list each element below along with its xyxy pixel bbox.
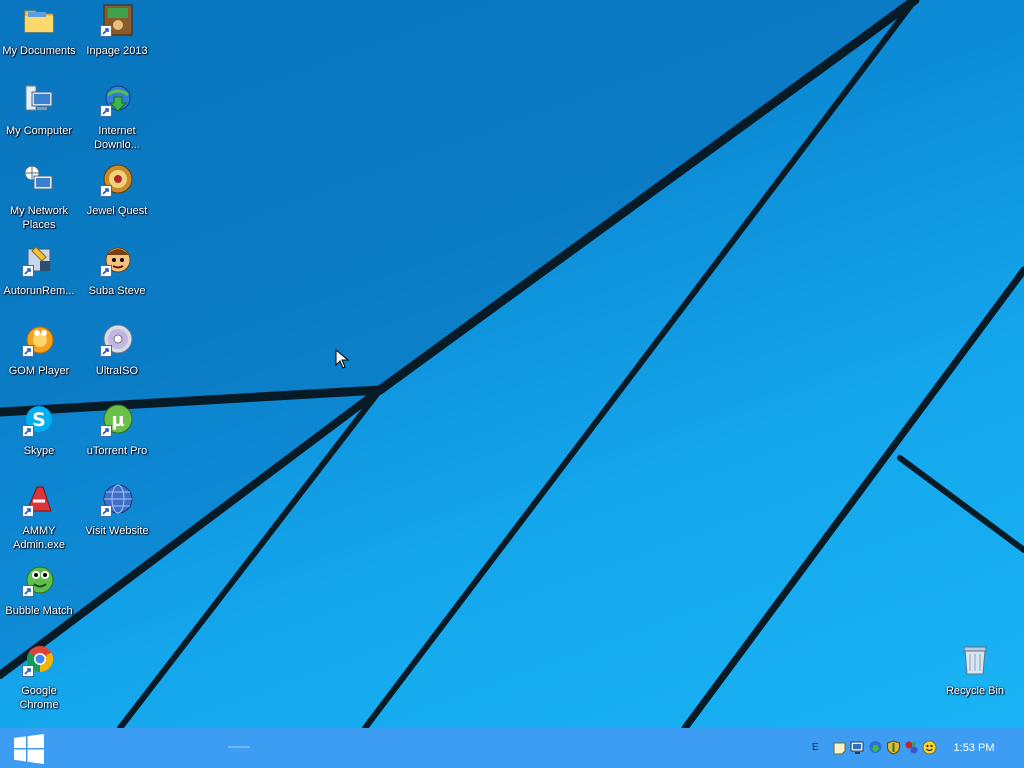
icon-label: Skype xyxy=(23,445,55,457)
icon-label: Internet Downlo... xyxy=(94,125,140,151)
chrome-icon xyxy=(22,643,56,677)
svg-text:µ: µ xyxy=(111,410,124,431)
start-button[interactable] xyxy=(0,728,58,768)
icon-label: AMMY Admin.exe xyxy=(13,525,65,551)
icon-label: Suba Steve xyxy=(88,285,146,297)
icon-label: My Network Places xyxy=(9,205,69,231)
desktop-icon-ammy-admin[interactable]: AMMY Admin.exe xyxy=(0,483,78,563)
desktop-icon-internet-download[interactable]: Internet Downlo... xyxy=(78,83,156,163)
shortcut-arrow-icon xyxy=(22,665,34,677)
svg-text:S: S xyxy=(32,409,46,431)
network-monitor-icon[interactable] xyxy=(850,740,865,755)
shortcut-arrow-icon xyxy=(100,185,112,197)
desktop: My Documents My Computer My Network Plac… xyxy=(0,0,1024,728)
desktop-icon-my-computer[interactable]: My Computer xyxy=(0,83,78,163)
desktop-icon-jewel-quest[interactable]: Jewel Quest xyxy=(78,163,156,243)
shortcut-arrow-icon xyxy=(22,505,34,517)
icon-label: uTorrent Pro xyxy=(86,445,148,457)
icon-label: Google Chrome xyxy=(19,685,59,711)
icon-label: UltraISO xyxy=(95,365,139,377)
download-icon[interactable] xyxy=(868,740,883,755)
computer-icon xyxy=(22,83,56,117)
desktop-icon-ultraiso[interactable]: UltraISO xyxy=(78,323,156,403)
recycle-bin-icon xyxy=(958,643,992,677)
windows-logo-icon xyxy=(14,734,44,764)
desktop-icon-inpage-2013[interactable]: Inpage 2013 xyxy=(78,3,156,83)
icon-label: GOM Player xyxy=(8,365,70,377)
icon-label: Bubble Match xyxy=(5,605,73,617)
desktop-icon-recycle-bin[interactable]: Recycle Bin xyxy=(936,643,1014,723)
suba-steve-icon xyxy=(100,243,134,277)
internet-download-manager-icon xyxy=(100,83,134,117)
icon-label: Visit Website xyxy=(85,525,149,537)
shortcut-arrow-icon xyxy=(22,265,34,277)
skype-icon: S xyxy=(22,403,56,437)
network-icon xyxy=(22,163,56,197)
inpage-icon xyxy=(100,3,134,37)
icon-label: Inpage 2013 xyxy=(86,45,148,57)
disc-icon xyxy=(100,323,134,357)
utorrent-icon: µ xyxy=(100,403,134,437)
desktop-icon-bubble-match[interactable]: Bubble Match xyxy=(0,563,78,643)
shortcut-arrow-icon xyxy=(100,265,112,277)
shortcut-arrow-icon xyxy=(22,585,34,597)
utility-icon[interactable] xyxy=(904,740,919,755)
taskbar-clock[interactable]: 1:53 PM xyxy=(944,728,1004,768)
globe-icon xyxy=(100,483,134,517)
desktop-icon-my-documents[interactable]: My Documents xyxy=(0,3,78,83)
desktop-icon-gom-player[interactable]: GOM Player xyxy=(0,323,78,403)
shortcut-arrow-icon xyxy=(22,425,34,437)
jewel-quest-icon xyxy=(100,163,134,197)
gom-player-icon xyxy=(22,323,56,357)
shortcut-arrow-icon xyxy=(100,105,112,117)
folder-icon xyxy=(22,3,56,37)
desktop-icon-suba-steve[interactable]: Suba Steve xyxy=(78,243,156,323)
icon-label: AutorunRem... xyxy=(3,285,75,297)
shortcut-arrow-icon xyxy=(100,345,112,357)
ammy-admin-icon xyxy=(22,483,56,517)
shortcut-arrow-icon xyxy=(100,425,112,437)
shortcut-arrow-icon xyxy=(22,345,34,357)
bubble-match-icon xyxy=(22,563,56,597)
desktop-icon-autorun-remover[interactable]: AutorunRem... xyxy=(0,243,78,323)
icon-label: My Documents xyxy=(2,45,76,57)
autorun-remover-icon xyxy=(22,243,56,277)
language-indicator-icon[interactable]: E xyxy=(812,740,820,755)
taskbar-separator xyxy=(228,746,250,748)
smiley-icon[interactable] xyxy=(922,740,937,755)
icon-label: My Computer xyxy=(5,125,73,137)
icon-label: Recycle Bin xyxy=(945,685,1005,697)
taskbar: E 1:53 PM xyxy=(0,728,1024,768)
desktop-icon-utorrent-pro[interactable]: µ uTorrent Pro xyxy=(78,403,156,483)
icon-label: Jewel Quest xyxy=(86,205,148,217)
desktop-icon-skype[interactable]: S Skype xyxy=(0,403,78,483)
desktop-icon-google-chrome[interactable]: Google Chrome xyxy=(0,643,78,723)
shortcut-arrow-icon xyxy=(100,505,112,517)
notes-icon[interactable] xyxy=(832,740,847,755)
shield-icon[interactable] xyxy=(886,740,901,755)
desktop-icon-my-network-places[interactable]: My Network Places xyxy=(0,163,78,243)
mouse-cursor xyxy=(335,349,349,369)
shortcut-arrow-icon xyxy=(100,25,112,37)
desktop-icon-visit-website[interactable]: Visit Website xyxy=(78,483,156,563)
